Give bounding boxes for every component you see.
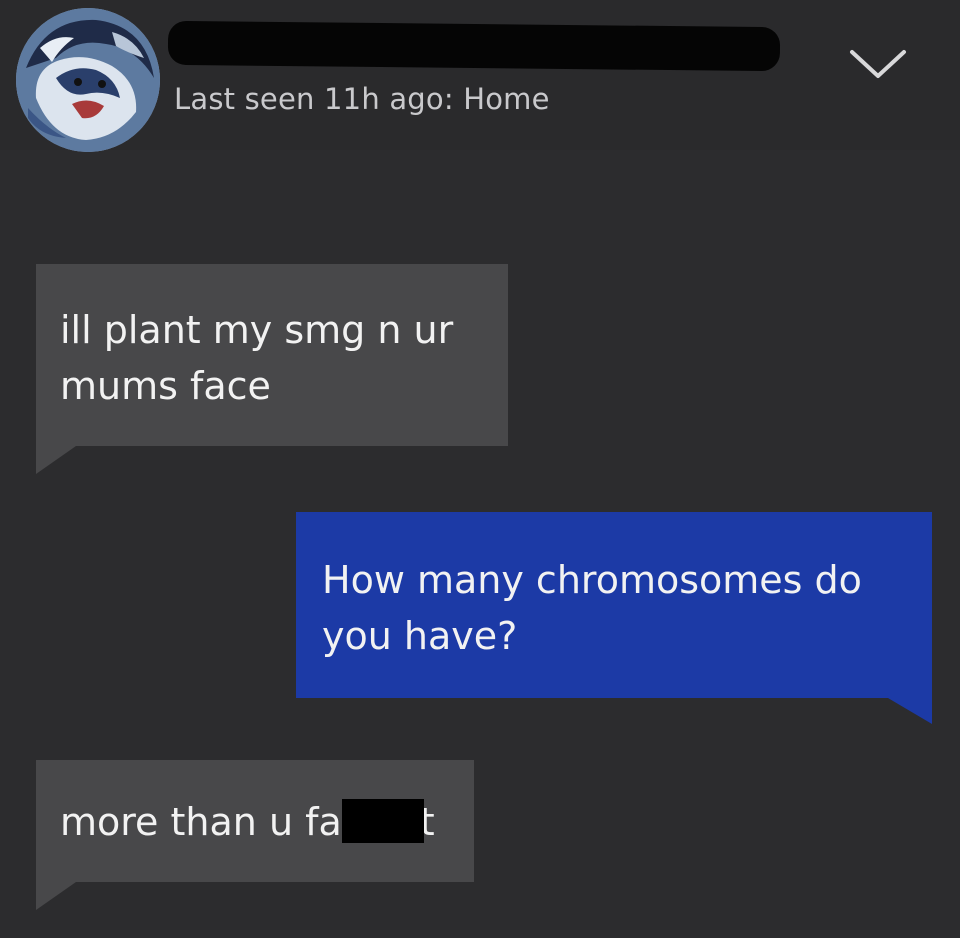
bubble-tail: [888, 698, 932, 724]
redaction-block: [341, 798, 424, 843]
message-line: mums face: [60, 364, 271, 408]
lion-avatar-icon: [16, 8, 160, 152]
chat-screen: Last seen 11h ago: Home ill plant my smg…: [0, 0, 960, 938]
message-text: more than u fa: [60, 800, 342, 844]
message-bubble-incoming: more than u fa t: [36, 760, 474, 882]
message-line: ill plant my smg n ur: [60, 308, 454, 352]
bubble-tail: [36, 882, 76, 910]
contact-name-redaction: [167, 20, 781, 72]
message-line: How many chromosomes do: [322, 558, 862, 602]
last-seen-status: Last seen 11h ago: Home: [174, 82, 550, 116]
chevron-down-icon[interactable]: [846, 44, 910, 84]
contact-avatar[interactable]: [16, 8, 160, 152]
message-bubble-outgoing: How many chromosomes do you have?: [296, 512, 932, 698]
message-bubble-incoming: ill plant my smg n ur mums face: [36, 264, 508, 446]
bubble-tail: [36, 446, 76, 474]
chat-header: Last seen 11h ago: Home: [0, 0, 960, 152]
message-line: you have?: [322, 614, 518, 658]
